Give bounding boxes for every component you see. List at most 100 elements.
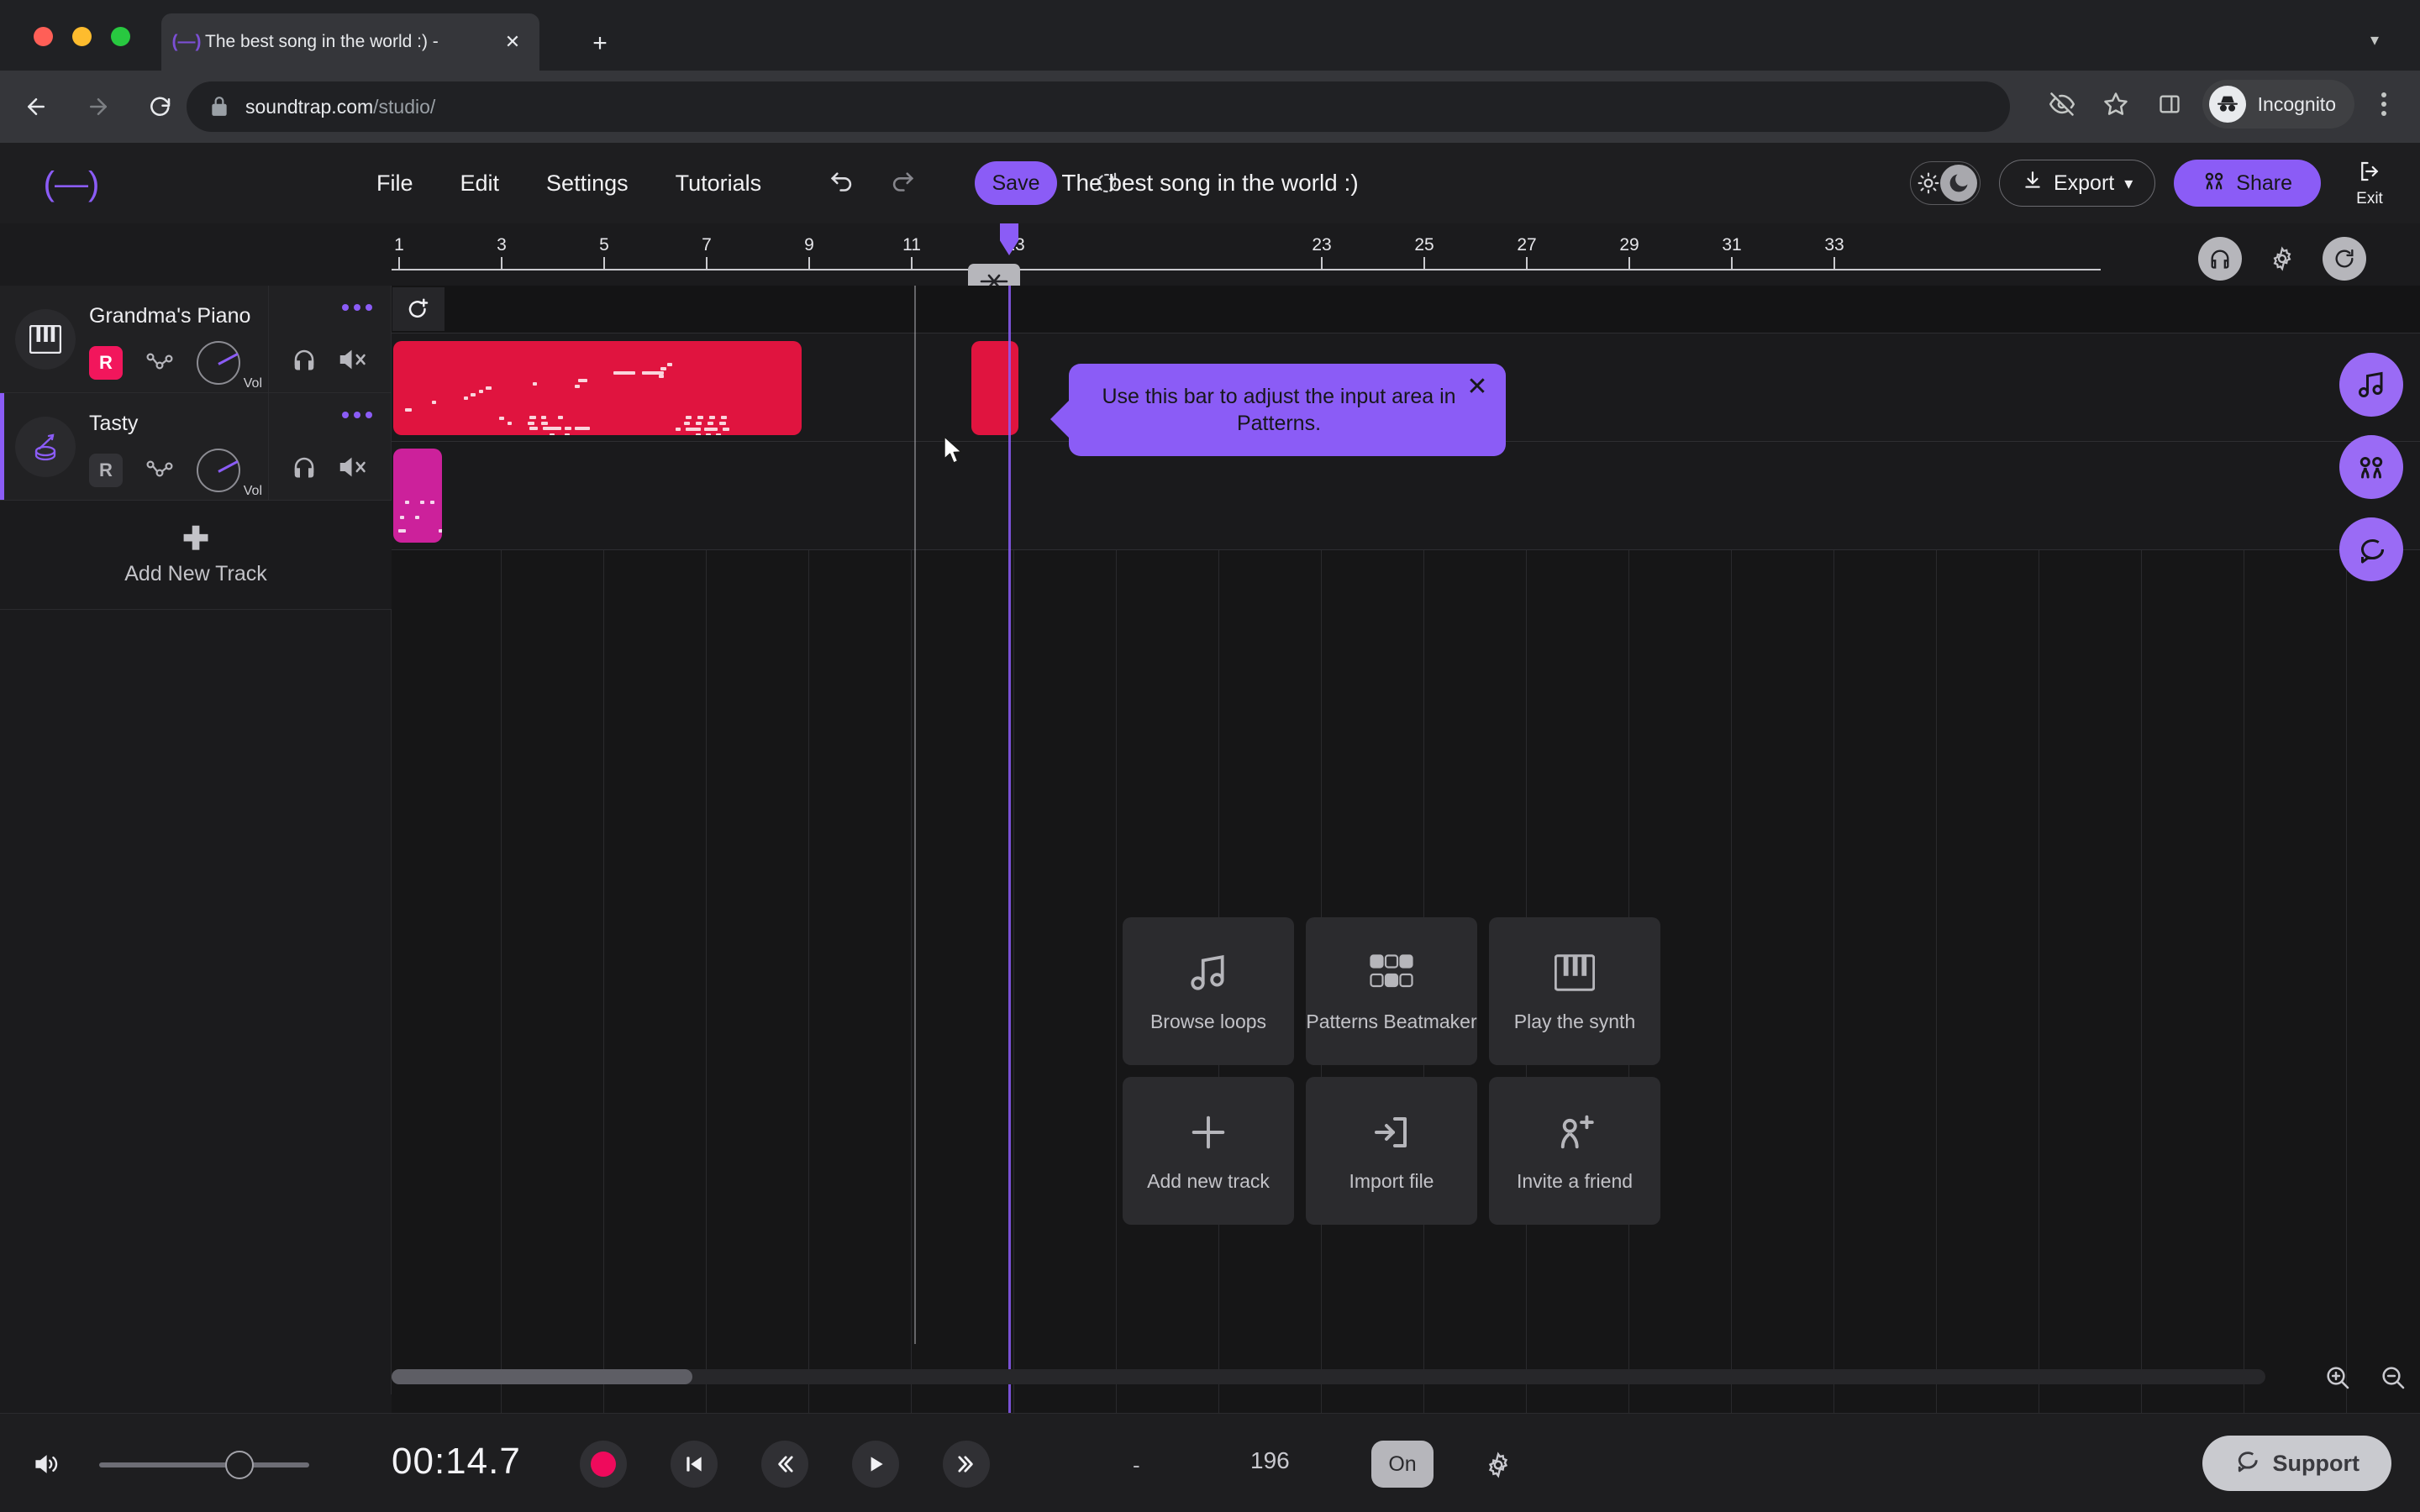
theme-toggle[interactable]: [1909, 161, 1981, 205]
track-header-tasty[interactable]: Tasty R Vol: [0, 393, 391, 501]
export-button[interactable]: Export ▾: [1998, 160, 2156, 207]
clip-grandmas-piano-2[interactable]: [971, 341, 1018, 435]
clip-tasty[interactable]: [393, 449, 442, 543]
transport-time: 00:14.7: [392, 1441, 521, 1482]
address-bar[interactable]: soundtrap.com/studio/: [187, 81, 2010, 132]
horizontal-scrollbar-thumb[interactable]: [392, 1369, 692, 1384]
profile-button[interactable]: Incognito: [2202, 80, 2354, 129]
eye-slash-icon[interactable]: [2038, 80, 2086, 129]
quick-action-add-new-track[interactable]: Add new track: [1123, 1077, 1294, 1225]
gear-icon[interactable]: [1479, 1446, 1518, 1484]
timeline-ruler[interactable]: 1 3 5 7 9 11 13 23 25 27 29 31 33: [392, 223, 2101, 286]
close-icon[interactable]: ✕: [497, 27, 528, 57]
record-arm-button[interactable]: R: [89, 346, 123, 380]
automation-icon[interactable]: [141, 454, 178, 487]
ruler-tick: [1731, 257, 1733, 270]
close-icon[interactable]: ✕: [1462, 372, 1492, 402]
master-volume-thumb[interactable]: [225, 1451, 254, 1479]
record-button[interactable]: [580, 1441, 627, 1488]
collaborate-fab[interactable]: [2339, 435, 2403, 499]
clip-grandmas-piano[interactable]: [393, 341, 802, 435]
coach-tooltip: Use this bar to adjust the input area in…: [1050, 364, 1506, 456]
loop-region-edge[interactable]: [914, 286, 916, 1344]
revert-icon[interactable]: [1088, 165, 1125, 202]
download-icon: [2022, 170, 2044, 197]
back-arrow-icon[interactable]: [10, 81, 62, 133]
forward-arrow-icon[interactable]: [72, 81, 124, 133]
zoom-in-icon[interactable]: [2321, 1361, 2354, 1394]
key-signature-value[interactable]: -: [1133, 1452, 1140, 1478]
speaker-icon[interactable]: [30, 1446, 67, 1483]
lock-icon: [208, 96, 230, 118]
track-header-grandmas-piano[interactable]: Grandma's Piano R Vol: [0, 286, 391, 393]
quick-action-play-the-synth[interactable]: Play the synth: [1489, 917, 1660, 1065]
browser-tab[interactable]: (—) The best song in the world :) - ✕: [161, 13, 539, 71]
lane-tasty[interactable]: [392, 442, 2420, 549]
quick-action-patterns-beatmaker[interactable]: Patterns Beatmaker: [1306, 917, 1477, 1065]
piano-icon[interactable]: [15, 309, 76, 370]
side-panel-icon[interactable]: [2145, 80, 2194, 129]
exit-label: Exit: [2356, 189, 2383, 207]
drum-icon[interactable]: [15, 417, 76, 477]
volume-knob[interactable]: Vol: [197, 341, 262, 391]
metronome-toggle[interactable]: On: [1371, 1441, 1434, 1488]
loop-input-lane[interactable]: [392, 286, 2420, 333]
track-selected-indicator: [0, 393, 4, 500]
window-minimize-button[interactable]: [72, 27, 92, 46]
headphone-icon[interactable]: [2198, 237, 2242, 281]
chevron-down-icon: ▾: [2124, 174, 2133, 193]
window-maximize-button[interactable]: [111, 27, 130, 46]
quick-action-browse-loops[interactable]: Browse loops: [1123, 917, 1294, 1065]
exit-button[interactable]: Exit: [2339, 159, 2400, 208]
menu-tutorials[interactable]: Tutorials: [652, 160, 786, 207]
master-volume-slider[interactable]: [99, 1462, 309, 1467]
piano-icon: [1555, 948, 1595, 997]
headphone-icon[interactable]: [284, 449, 324, 486]
undo-icon[interactable]: [823, 165, 860, 202]
loop-icon[interactable]: [2323, 237, 2366, 281]
chevron-down-icon[interactable]: ▾: [2358, 27, 2391, 52]
bpm-value[interactable]: 196: [1250, 1447, 1290, 1474]
window-close-button[interactable]: [34, 27, 53, 46]
speaker-mute-icon[interactable]: [330, 449, 377, 486]
support-button[interactable]: Support: [2202, 1436, 2391, 1491]
quick-action-import-file[interactable]: Import file: [1306, 1077, 1477, 1225]
fast-forward-button[interactable]: [943, 1441, 990, 1488]
speaker-mute-icon[interactable]: [330, 341, 377, 378]
chat-fab[interactable]: [2339, 517, 2403, 581]
ruler-tick: [808, 257, 810, 270]
zoom-controls: [2321, 1361, 2410, 1394]
menu-settings[interactable]: Settings: [523, 160, 652, 207]
add-loop-region-icon[interactable]: [392, 287, 445, 331]
menu-file[interactable]: File: [353, 160, 437, 207]
add-new-track-button[interactable]: ✚ Add New Track: [0, 501, 392, 610]
automation-icon[interactable]: [141, 346, 178, 380]
gear-icon[interactable]: [2264, 240, 2301, 277]
loops-fab[interactable]: [2339, 353, 2403, 417]
rewind-button[interactable]: [761, 1441, 808, 1488]
ruler-bar-number: 29: [1619, 235, 1639, 255]
soundtrap-logo-icon[interactable]: (—): [35, 165, 108, 203]
music-note-icon: [1187, 948, 1229, 997]
reload-icon[interactable]: [134, 81, 187, 133]
more-dots-icon[interactable]: [342, 412, 372, 418]
arrangement-area[interactable]: [392, 286, 2420, 1478]
play-button[interactable]: [852, 1441, 899, 1488]
new-tab-button[interactable]: +: [580, 24, 620, 64]
kebab-menu-icon[interactable]: [2365, 80, 2403, 129]
ruler-bar-number: 11: [902, 235, 921, 255]
skip-to-start-button[interactable]: [671, 1441, 718, 1488]
more-dots-icon[interactable]: [342, 304, 372, 311]
redo-icon[interactable]: [884, 165, 921, 202]
ruler-bar-number: 5: [599, 235, 609, 255]
menu-edit[interactable]: Edit: [437, 160, 523, 207]
quick-action-invite-a-friend[interactable]: Invite a friend: [1489, 1077, 1660, 1225]
volume-knob[interactable]: Vol: [197, 449, 262, 498]
ruler-right-controls: [2198, 237, 2366, 281]
share-button[interactable]: Share: [2174, 160, 2321, 207]
headphone-icon[interactable]: [284, 341, 324, 378]
record-arm-button[interactable]: R: [89, 454, 123, 487]
zoom-out-icon[interactable]: [2376, 1361, 2410, 1394]
save-button[interactable]: Save: [975, 161, 1057, 205]
star-icon[interactable]: [2091, 80, 2140, 129]
